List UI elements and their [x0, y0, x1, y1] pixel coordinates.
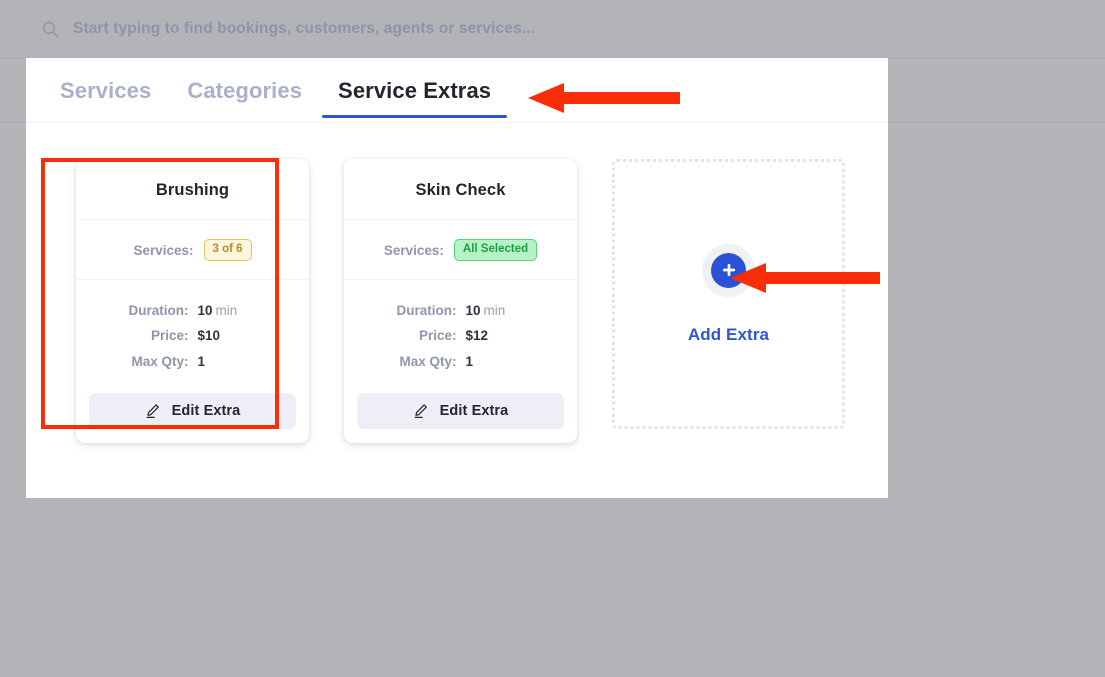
spec-duration-unit: min [215, 303, 238, 319]
pencil-icon [145, 403, 161, 419]
tab-categories-label: Categories [187, 78, 303, 103]
spec-duration: Duration: 10 min [120, 300, 266, 322]
spec-duration-value: 10 [465, 303, 481, 319]
panel-tabs: Services Categories Service Extras [26, 58, 888, 123]
tab-service-extras-label: Service Extras [338, 78, 492, 103]
tab-services-label: Services [60, 78, 152, 103]
extra-card-footer: Edit Extra [344, 389, 577, 443]
spec-price-label: Price: [150, 328, 189, 344]
extra-card-footer: Edit Extra [76, 389, 309, 443]
tab-service-extras[interactable]: Service Extras [320, 62, 509, 118]
spec-duration-value: 10 [197, 303, 213, 319]
extra-card-title: Skin Check [344, 159, 577, 220]
plus-icon[interactable] [711, 252, 746, 288]
extra-card-brushing[interactable]: Brushing Services: 3 of 6 Duration: 10 m… [76, 159, 309, 444]
tab-services[interactable]: Services [42, 62, 169, 118]
spec-price-value: $12 [465, 328, 489, 344]
spec-price: Price: $10 [120, 325, 266, 347]
extra-card-services-row: Services: All Selected [344, 220, 577, 281]
edit-extra-label: Edit Extra [171, 403, 241, 420]
spec-price-label: Price: [418, 328, 457, 344]
search-input-placeholder: Start typing to find bookings, customers… [73, 20, 535, 37]
extras-grid: Brushing Services: 3 of 6 Duration: 10 m… [26, 123, 888, 444]
spec-max-qty: Max Qty: 1 [388, 351, 534, 373]
services-count-badge[interactable]: All Selected [453, 239, 538, 262]
edit-extra-label: Edit Extra [439, 403, 509, 420]
global-search-bar[interactable]: Start typing to find bookings, customers… [0, 0, 1105, 58]
extra-card-title: Brushing [76, 159, 309, 220]
spec-max-qty: Max Qty: 1 [120, 351, 266, 373]
spec-max-qty-value: 1 [465, 353, 474, 369]
edit-extra-button[interactable]: Edit Extra [357, 393, 564, 430]
spec-price-value: $10 [197, 328, 221, 344]
add-extra-label: Add Extra [687, 324, 770, 344]
spec-duration-label: Duration: [128, 303, 189, 319]
spec-duration: Duration: 10 min [388, 300, 534, 322]
pencil-icon [413, 403, 429, 419]
spec-duration-unit: min [483, 303, 506, 319]
spec-price: Price: $12 [388, 325, 534, 347]
edit-extra-button[interactable]: Edit Extra [89, 393, 296, 430]
tab-categories[interactable]: Categories [169, 62, 320, 118]
spec-duration-label: Duration: [396, 303, 457, 319]
screen: Start typing to find bookings, customers… [0, 0, 1105, 677]
service-extras-panel: Services Categories Service Extras Brush… [26, 58, 888, 498]
add-extra-icon-ring [702, 243, 755, 297]
spec-max-qty-value: 1 [197, 353, 206, 369]
extra-card-skin-check[interactable]: Skin Check Services: All Selected Durati… [344, 159, 577, 444]
services-label: Services: [383, 242, 444, 258]
services-label: Services: [133, 242, 194, 258]
spec-max-qty-label: Max Qty: [131, 353, 189, 369]
add-extra-card[interactable]: Add Extra [612, 159, 845, 429]
search-icon [42, 21, 59, 38]
extra-card-specs: Duration: 10 min Price: $10 Max Qty: 1 [76, 280, 309, 389]
spec-max-qty-label: Max Qty: [399, 353, 457, 369]
extra-card-services-row: Services: 3 of 6 [76, 220, 309, 281]
extra-card-specs: Duration: 10 min Price: $12 Max Qty: 1 [344, 280, 577, 389]
services-count-badge[interactable]: 3 of 6 [203, 239, 252, 262]
